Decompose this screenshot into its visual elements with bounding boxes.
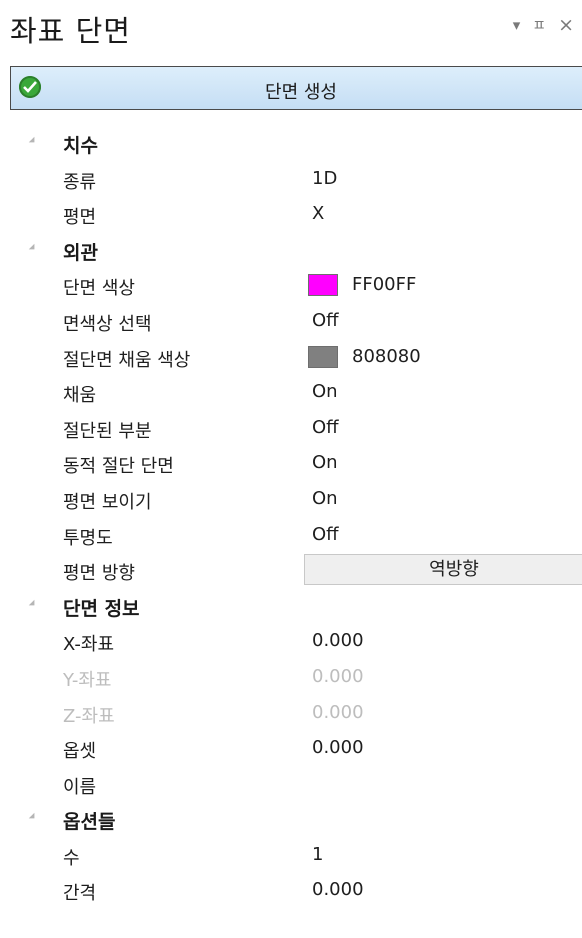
collapse-caret-icon[interactable] [28,813,38,822]
property-value[interactable]: X [312,203,324,224]
property-name: 절단된 부분 [63,420,152,442]
collapse-caret-icon[interactable] [28,136,38,146]
category-label: 치수 [63,135,98,157]
property-value[interactable]: On [312,452,338,473]
property-value[interactable]: Off [312,310,339,331]
property-row-transparency[interactable]: 투명도 Off [16,517,582,553]
reverse-direction-button[interactable]: 역방향 [304,554,582,586]
property-value: 0.000 [312,701,364,723]
property-name: 절단면 채움 색상 [63,349,191,371]
collapse-caret-icon[interactable] [28,243,38,253]
property-row-x-coord[interactable]: X-좌표 0.000 [16,623,582,659]
property-row-section-color[interactable]: 단면 색상 FF00FF [16,267,582,303]
property-name: 면색상 선택 [63,313,152,335]
property-row-cut-fill-color[interactable]: 절단면 채움 색상 808080 [16,339,582,375]
property-row-show-plane[interactable]: 평면 보이기 On [16,481,582,517]
category-label: 단면 정보 [63,597,140,620]
property-name: 평면 보이기 [63,491,152,513]
property-name: Z-좌표 [63,705,115,727]
property-row-count[interactable]: 수 1 [16,837,582,873]
property-row-z-coord: Z-좌표 0.000 [16,695,582,731]
property-name: 이름 [63,776,97,798]
property-name: 단면 색상 [63,278,135,300]
property-row-y-coord: Y-좌표 0.000 [16,659,582,695]
property-value[interactable]: FF00FF [352,274,416,295]
property-value[interactable]: Off [312,417,339,438]
property-value[interactable]: 0.000 [312,630,364,651]
property-value[interactable]: 1 [312,844,323,865]
property-name: 평면 [63,207,97,229]
property-row-fill[interactable]: 채움 On [16,374,582,410]
panel-titlebar: 좌표 단면 ▾ ㅍ × [0,0,582,58]
color-swatch[interactable] [308,274,338,297]
collapse-caret-icon[interactable] [28,599,38,608]
property-row-type[interactable]: 종류 1D [16,161,582,197]
category-appearance[interactable]: 외관 [16,232,582,268]
titlebar-icons: ▾ ㅍ × [513,16,574,35]
property-name: X-좌표 [63,634,115,656]
generate-section-label: 단면 생성 [265,82,337,103]
property-grid: 치수 종류 1D 평면 X 외관 단면 색상 FF00FF 면색상 선택 Off… [16,125,582,908]
property-row-offset[interactable]: 옵셋 0.000 [16,730,582,766]
property-row-plane-direction[interactable]: 평면 방향 역방향 [16,552,582,588]
property-name: 간격 [63,883,97,905]
property-row-plane[interactable]: 평면 X [16,196,582,232]
category-dimension[interactable]: 치수 [16,125,582,161]
property-value[interactable]: 1D [312,168,337,189]
close-icon[interactable]: × [558,16,574,35]
property-name: 평면 방향 [63,563,135,585]
property-name: 투명도 [63,527,113,549]
property-name: 종류 [63,171,97,193]
category-label: 옵션들 [63,811,116,834]
property-value[interactable]: 0.000 [312,737,364,758]
pin-icon[interactable]: ㅍ [532,16,546,34]
coordinate-section-panel: 좌표 단면 ▾ ㅍ × 단면 생성 치수 종류 1D 평면 X 외관 단면 색상… [0,0,582,938]
property-value[interactable]: On [312,488,338,509]
property-row-cut-part[interactable]: 절단된 부분 Off [16,410,582,446]
category-section-info[interactable]: 단면 정보 [16,588,582,624]
category-options[interactable]: 옵션들 [16,801,582,837]
property-name: 수 [63,847,80,869]
property-name: Y-좌표 [63,669,112,691]
panel-title: 좌표 단면 [10,14,131,48]
color-swatch[interactable] [308,345,338,368]
property-value[interactable]: Off [312,524,339,545]
property-name: 옵셋 [63,741,97,763]
category-label: 외관 [63,241,98,264]
property-name: 채움 [63,385,97,407]
property-value[interactable]: On [312,381,338,402]
property-value[interactable]: 0.000 [312,879,364,900]
property-value[interactable]: 808080 [352,346,421,367]
property-row-name[interactable]: 이름 [16,766,582,802]
property-row-face-color-select[interactable]: 면색상 선택 Off [16,303,582,339]
property-row-interval[interactable]: 간격 0.000 [16,872,582,908]
dropdown-arrow-icon[interactable]: ▾ [513,16,521,34]
property-value: 0.000 [312,665,364,687]
property-name: 동적 절단 단면 [63,456,174,478]
property-row-dynamic-cut[interactable]: 동적 절단 단면 On [16,445,582,481]
generate-section-button[interactable]: 단면 생성 [10,66,582,110]
